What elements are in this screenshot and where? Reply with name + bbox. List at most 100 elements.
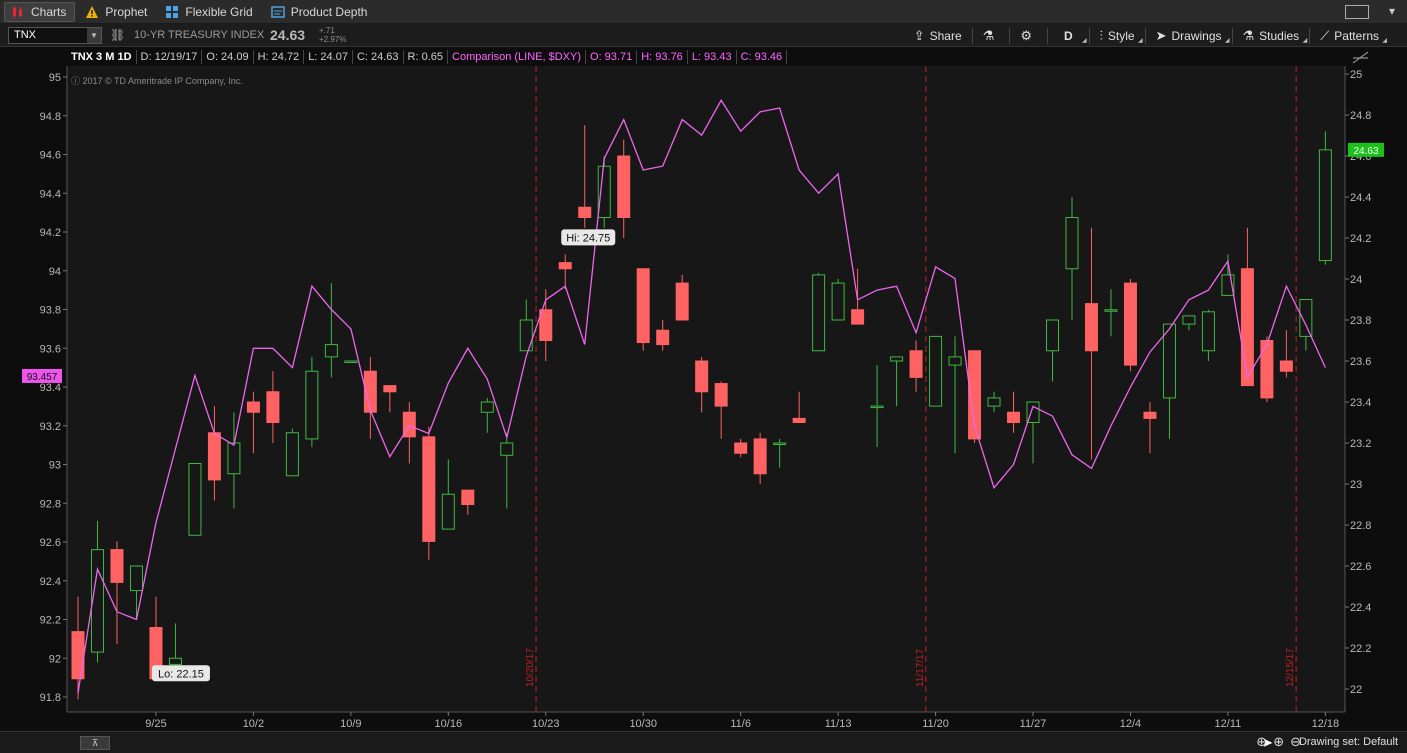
price-chart[interactable]: 10/20/17 11/17/17 12/15/17 91.8 92 92.2 92.4 9… [0,47,1407,731]
candle-body [1279,360,1293,372]
scroll-reset-button[interactable]: ⊼ [80,736,110,750]
date-marker-label: 11/17/17 [915,648,926,687]
right-tick-label: 23.8 [1350,315,1371,327]
corner-icon: ◢ [1302,38,1308,44]
patterns-button[interactable]: ⟋ Patterns ◢ [1310,24,1389,47]
right-tick-label: 22.8 [1350,520,1371,532]
period-button[interactable]: D ◢ [1048,24,1089,47]
candle-body [558,262,572,270]
x-tick-label: 10/23 [532,718,560,730]
patterns-label: Patterns [1334,28,1379,43]
left-tick-label: 92.6 [40,537,61,549]
candle-body [207,432,221,481]
zoom-in-icon[interactable]: ⊕ [1273,734,1284,750]
x-tick-label: 11/20 [922,718,949,730]
candle-body [1260,340,1274,399]
candle-body [890,356,904,362]
candles-style-icon: ⫶ [1099,27,1103,43]
last-price-tag-label: 24.63 [1353,146,1378,157]
link-icon[interactable]: ⛓ [110,28,125,42]
candle-body [383,385,397,393]
candle-body [461,489,475,505]
candle-body [909,350,923,378]
menu-icon[interactable]: ▾ [1385,4,1399,18]
candle-body [168,657,182,665]
pointer-icon[interactable]: ➤ [1262,735,1273,751]
maximize-button[interactable] [1345,5,1369,19]
chart-name: TNX 3 M 1D [67,50,137,64]
right-tick-label: 23.4 [1350,397,1371,409]
x-tick-label: 11/6 [730,718,751,730]
candle-body [1007,411,1021,423]
tab-prophet[interactable]: Prophet [79,2,155,22]
info-open: O: 24.09 [202,50,254,64]
corner-icon: ◢ [1137,38,1143,44]
chevron-down-icon[interactable]: ▼ [87,28,101,43]
candle-body [441,493,455,530]
patterns-icon: ⟋ [1320,27,1330,43]
candle-body [1201,311,1215,352]
share-button[interactable]: ⇪ Share [904,24,972,47]
copyright-icon: ⓘ [71,76,81,86]
symbol-value: TNX [14,29,36,41]
candle-body [597,165,611,218]
left-tick-label: 92.4 [40,576,61,588]
low-annotation-label: Lo: 22.15 [158,668,204,680]
candle-body [285,432,299,477]
right-tick-label: 24.4 [1350,192,1371,204]
left-tick-label: 95 [49,72,61,84]
drawing-set-label: Drawing set: Default [1298,736,1398,748]
candle-body [812,274,826,352]
flask-icon: ⚗ [982,27,995,43]
candle-body [1123,282,1137,366]
left-tick-label: 92.2 [40,615,61,627]
net-change: +.71 +2.97% [319,26,346,44]
cursor-icon: ➤ [1155,27,1167,43]
tab-product-depth[interactable]: Product Depth [265,2,376,22]
candle [1260,336,1274,402]
candle-body [344,360,358,363]
candle-body [539,309,553,341]
symbol-input[interactable]: TNX ▼ [8,27,102,44]
gear-icon: ⚙ [1020,27,1032,43]
candle-body [500,442,514,456]
candle [929,335,943,407]
candle [1318,131,1332,265]
candle-body [266,391,280,423]
grid-icon [165,5,179,19]
candle [831,279,845,321]
candle-body [1162,323,1176,399]
studies-button[interactable]: ⚗ Studies ◢ [1233,24,1310,47]
drawings-button[interactable]: ➤ Drawings ◢ [1146,24,1232,47]
left-tick-label: 94.2 [40,227,61,239]
candle-body [480,401,494,413]
candle-body [734,442,748,454]
studies-flask-icon: ⚗ [1242,27,1255,43]
settings-button[interactable]: ⚙ [1010,24,1047,47]
high-annotation-label: Hi: 24.75 [566,232,610,244]
copyright-text: 2017 © TD Ameritrade IP Company, Inc. [82,76,243,86]
info-low: L: 24.07 [304,50,353,64]
candle-body [578,206,592,218]
candle-body [1065,217,1079,270]
style-button[interactable]: ⫶ Style ◢ [1090,24,1145,47]
left-tick-label: 91.8 [40,692,61,704]
info-high: H: 24.72 [254,50,305,64]
comparison-price-tag-label: 93.457 [27,372,58,383]
candle-body [929,335,943,407]
comparison-open: O: 93.71 [586,50,638,64]
date-marker-label: 12/15/17 [1285,648,1296,687]
candle [285,428,299,477]
corner-icon: ◢ [1224,38,1230,44]
flask-button[interactable]: ⚗ [973,24,1010,47]
x-tick-label: 10/30 [629,718,657,730]
left-tick-label: 93.6 [40,343,61,355]
tab-flexible-grid[interactable]: Flexible Grid [159,2,260,22]
period-label: D [1063,28,1073,43]
left-tick-label: 93.8 [40,305,61,317]
candle-body [246,401,260,413]
comparison-label[interactable]: Comparison (LINE, $DXY) [448,50,587,64]
tab-charts[interactable]: Charts [4,1,76,22]
right-tick-label: 22.4 [1350,602,1371,614]
candle-body [753,438,767,475]
